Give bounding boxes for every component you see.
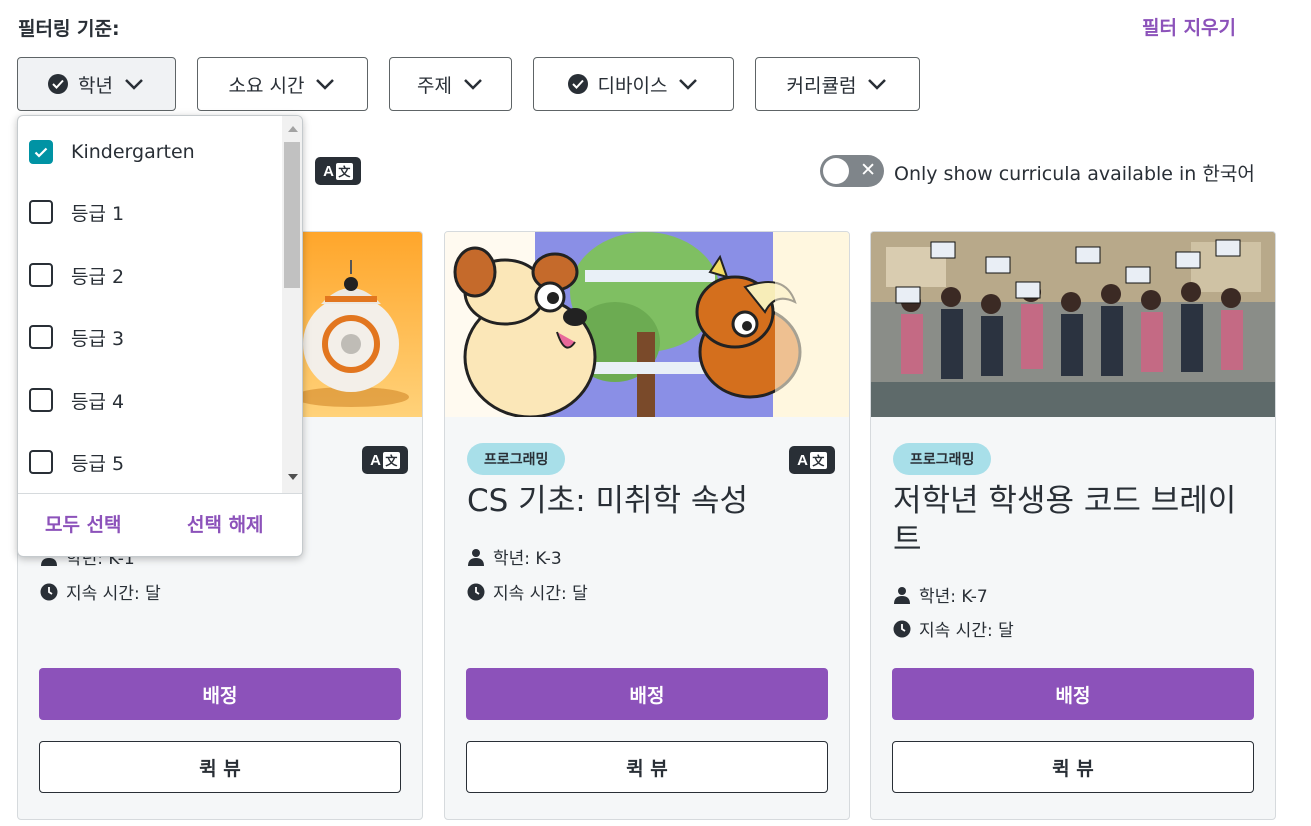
filter-device-button[interactable]: 디바이스 xyxy=(533,57,734,111)
quick-view-button[interactable]: 퀵 뷰 xyxy=(466,741,828,793)
card-grade: 학년: K-3 xyxy=(467,544,562,569)
grade-option-label: 등급 5 xyxy=(71,452,125,475)
card-grade-text: 학년: K-7 xyxy=(919,587,988,607)
grade-option-list: Kindergarten 등급 1 등급 2 등급 3 등급 4 등급 5 xyxy=(18,116,282,493)
topic-pill: 프로그래밍 xyxy=(893,443,992,475)
filter-label-topic: 주제 xyxy=(417,74,452,97)
card-image-cartoon xyxy=(445,232,849,417)
chevron-down-icon xyxy=(679,79,698,90)
checkbox[interactable] xyxy=(29,263,53,287)
scroll-down-arrow-icon[interactable] xyxy=(288,474,298,480)
clock-icon xyxy=(893,620,911,637)
translate-icon: A文 xyxy=(315,157,361,185)
dropdown-footer: 모두 선택 선택 해제 xyxy=(18,493,302,556)
scrollbar-thumb[interactable] xyxy=(284,142,300,288)
filter-label: 필터링 기준: xyxy=(18,18,120,40)
checkbox-checked[interactable] xyxy=(29,140,53,164)
checkbox[interactable] xyxy=(29,325,53,349)
topic-pill: 프로그래밍 xyxy=(467,443,566,475)
grade-option-label: Kindergarten xyxy=(71,141,195,163)
curriculum-card: 프로그래밍 A文 CS 기초: 미취학 속성 학년: K-3 지속 시간: 달 … xyxy=(444,231,850,820)
checkbox[interactable] xyxy=(29,450,53,474)
assign-button[interactable]: 배정 xyxy=(39,668,401,720)
grade-option-label: 등급 2 xyxy=(71,265,125,288)
person-icon xyxy=(894,586,910,604)
card-duration-text: 지속 시간: 달 xyxy=(493,584,588,604)
chevron-down-icon xyxy=(868,79,887,90)
filter-grade-button[interactable]: 학년 xyxy=(17,57,176,111)
filter-curriculum-button[interactable]: 커리큘럼 xyxy=(755,57,920,111)
filter-label-duration: 소요 시간 xyxy=(228,74,305,97)
assign-button[interactable]: 배정 xyxy=(892,668,1254,720)
check-circle-icon xyxy=(567,74,588,94)
filter-label-device: 디바이스 xyxy=(597,74,668,97)
grade-option-label: 등급 3 xyxy=(71,327,125,350)
quick-view-button[interactable]: 퀵 뷰 xyxy=(39,741,401,793)
card-image-students xyxy=(871,232,1275,417)
translate-icon: A文 xyxy=(362,446,408,474)
checkbox[interactable] xyxy=(29,388,53,412)
filter-topic-button[interactable]: 주제 xyxy=(389,57,512,111)
grade-option-label: 등급 4 xyxy=(71,390,125,413)
deselect-all-link[interactable]: 선택 해제 xyxy=(187,510,264,537)
card-duration-text: 지속 시간: 달 xyxy=(919,621,1014,641)
clock-icon xyxy=(467,583,485,600)
grade-option-2[interactable]: 등급 2 xyxy=(29,260,124,290)
language-toggle[interactable]: ✕ xyxy=(820,155,884,187)
toggle-knob xyxy=(823,158,849,184)
filter-label-grade: 학년 xyxy=(78,74,113,97)
chevron-down-icon xyxy=(464,79,482,90)
chevron-down-icon xyxy=(125,79,143,90)
assign-button[interactable]: 배정 xyxy=(466,668,828,720)
translate-icon: A文 xyxy=(789,446,835,474)
card-grade-text: 학년: K-3 xyxy=(493,549,562,569)
card-duration: 지속 시간: 달 xyxy=(467,579,588,604)
curriculum-card: 프로그래밍 저학년 학생용 코드 브레이트 학년: K-7 지속 시간: 달 배… xyxy=(870,231,1276,820)
checkbox[interactable] xyxy=(29,200,53,224)
grade-option-kindergarten[interactable]: Kindergarten xyxy=(29,137,195,167)
grade-option-1[interactable]: 등급 1 xyxy=(29,197,124,227)
select-all-link[interactable]: 모두 선택 xyxy=(45,510,122,537)
grade-option-3[interactable]: 등급 3 xyxy=(29,322,124,352)
clock-icon xyxy=(40,583,58,600)
clear-filters-link[interactable]: 필터 지우기 xyxy=(1142,13,1236,40)
check-circle-icon xyxy=(48,74,69,94)
card-duration: 지속 시간: 달 xyxy=(40,579,161,604)
chevron-down-icon xyxy=(316,79,335,90)
toggle-label: Only show curricula available in 한국어 xyxy=(894,163,1255,185)
card-title: 저학년 학생용 코드 브레이트 xyxy=(893,483,1237,558)
quick-view-button[interactable]: 퀵 뷰 xyxy=(892,741,1254,793)
card-duration-text: 지속 시간: 달 xyxy=(66,584,161,604)
grade-option-5[interactable]: 등급 5 xyxy=(29,447,124,477)
card-title: CS 기초: 미취학 속성 xyxy=(467,483,748,519)
close-icon: ✕ xyxy=(860,159,876,181)
grade-option-label: 등급 1 xyxy=(71,202,125,225)
scroll-up-arrow-icon[interactable] xyxy=(288,126,298,132)
card-duration: 지속 시간: 달 xyxy=(893,616,1014,641)
grade-option-4[interactable]: 등급 4 xyxy=(29,385,124,415)
filter-duration-button[interactable]: 소요 시간 xyxy=(197,57,368,111)
filter-label-curriculum: 커리큘럼 xyxy=(786,74,857,97)
grade-dropdown: Kindergarten 등급 1 등급 2 등급 3 등급 4 등급 5 모두… xyxy=(17,115,303,557)
person-icon xyxy=(468,548,484,566)
card-grade: 학년: K-7 xyxy=(893,582,988,607)
